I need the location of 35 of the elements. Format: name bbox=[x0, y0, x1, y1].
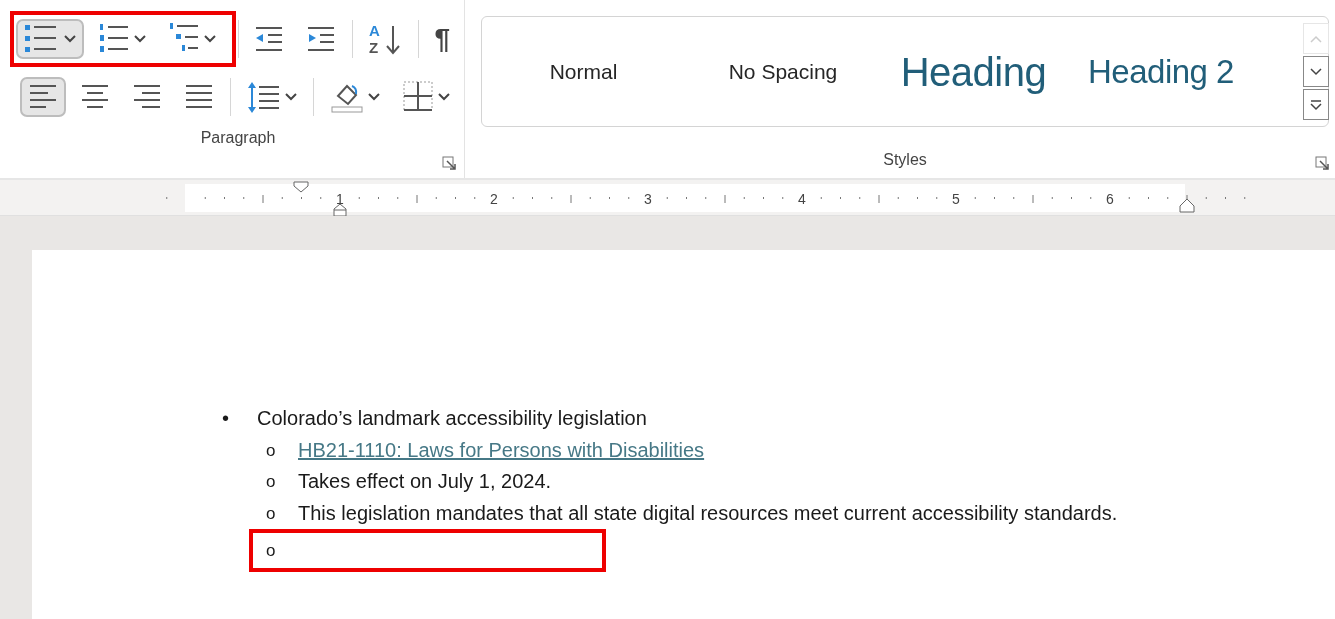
chevron-down-icon bbox=[1310, 67, 1322, 76]
dialog-launcher-icon bbox=[1315, 156, 1329, 170]
list-text: This legislation mandates that all state digital resources meet current accessibility standards. bbox=[298, 500, 1118, 526]
ruler-number: 3 bbox=[644, 191, 652, 207]
style-item[interactable]: Normal bbox=[482, 55, 685, 88]
bullet-marker: o bbox=[266, 502, 277, 525]
style-item[interactable]: No Spacing bbox=[685, 55, 881, 88]
group-label: Styles bbox=[883, 151, 927, 168]
align-left-button[interactable] bbox=[20, 77, 66, 117]
list-text: Colorado’s landmark accessibility legislation bbox=[257, 406, 647, 431]
right-indent-marker bbox=[1179, 198, 1195, 213]
hyperlink[interactable]: HB21-1110: Laws for Persons with Disabilities bbox=[298, 434, 705, 466]
pilcrow-button[interactable]: ¶ bbox=[426, 19, 458, 59]
more-styles-button[interactable] bbox=[1303, 89, 1329, 120]
scroll-down-button[interactable] bbox=[1303, 56, 1329, 87]
style-item[interactable]: Heading 2 bbox=[1066, 46, 1256, 97]
ruler-number: 2 bbox=[490, 191, 498, 207]
bullet-marker: o bbox=[266, 539, 277, 562]
sort-button[interactable]: A Z bbox=[360, 19, 411, 59]
ruler-number: 6 bbox=[1106, 191, 1114, 207]
line-spacing-icon bbox=[247, 80, 281, 114]
borders-icon bbox=[402, 80, 434, 114]
dialog-launcher-icon bbox=[442, 156, 456, 170]
style-item[interactable]: Heading bbox=[881, 41, 1066, 102]
bullet-list-button[interactable] bbox=[16, 19, 84, 59]
bullet-marker: o bbox=[266, 439, 277, 462]
ruler-number: 4 bbox=[798, 191, 806, 207]
more-icon bbox=[1310, 98, 1322, 111]
ruler-number: 1 bbox=[336, 191, 344, 207]
list-text: Takes effect on July 1, 2024. bbox=[298, 469, 552, 494]
ruler-number: 5 bbox=[952, 191, 960, 207]
bullet-marker: • bbox=[222, 406, 230, 431]
group-label: Paragraph bbox=[199, 128, 277, 148]
chevron-up-icon bbox=[1310, 34, 1322, 43]
bullet-marker: o bbox=[266, 471, 277, 493]
